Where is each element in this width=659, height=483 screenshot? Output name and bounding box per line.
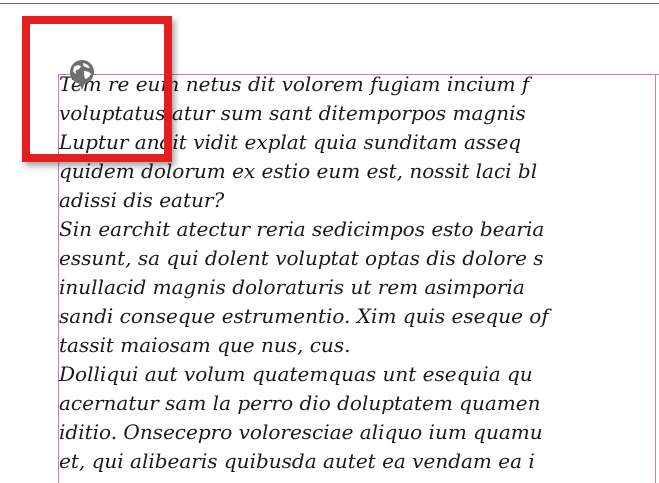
text-line: essunt, sa qui dolent voluptat optas dis… [59,246,544,270]
text-line: Dolliqui aut volum quatemquas unt esequi… [59,362,533,386]
top-divider [0,3,659,4]
text-line: et, qui alibearis quibusda autet ea vend… [59,449,535,473]
text-line: iditio. Onsecepro voloresciae aliquo ium… [59,420,543,444]
highlight-annotation-box [22,16,172,162]
text-line: acernatur sam la perro dio doluptatem qu… [59,391,541,415]
text-line: Sin earchit atectur reria sedicimpos est… [59,217,545,241]
document-canvas: Tem re eum netus dit volorem fugiam inci… [0,0,659,483]
text-line: sandi conseque estrumentio. Xim quis ese… [59,304,549,328]
text-line: inullacid magnis doloraturis ut rem asim… [59,275,525,299]
text-line: tassit maiosam que nus, cus. [59,333,351,357]
text-line: adissi dis eatur? [59,188,225,212]
